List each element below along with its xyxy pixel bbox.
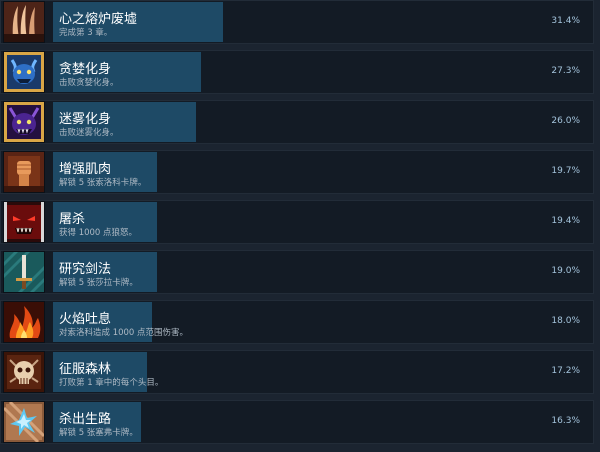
achievement-percent: 16.3% — [551, 416, 580, 426]
achievement-percent: 19.0% — [551, 266, 580, 276]
skull-icon — [3, 351, 45, 393]
achievement-description: 对索洛科造成 1000 点范围伤害。 — [59, 328, 189, 338]
fist-icon — [3, 151, 45, 193]
achievement-description: 完成第 3 章。 — [59, 28, 113, 38]
achievement-row: 增强肌肉 解锁 5 张索洛科卡牌。 19.7% — [0, 150, 594, 194]
achievement-description: 解锁 5 张塞弗卡牌。 — [59, 428, 138, 438]
achievement-percent: 18.0% — [551, 316, 580, 326]
achievement-percent: 17.2% — [551, 366, 580, 376]
achievement-title: 屠杀 — [59, 212, 86, 227]
achievement-percent: 19.7% — [551, 166, 580, 176]
achievement-percent: 26.0% — [551, 116, 580, 126]
achievement-title: 征服森林 — [59, 362, 112, 377]
flame-icon — [3, 301, 45, 343]
sword-icon — [3, 251, 45, 293]
achievement-description: 获得 1000 点狼怒。 — [59, 228, 138, 238]
purple-demon-icon — [3, 101, 45, 143]
achievement-row: 火焰吐息 对索洛科造成 1000 点范围伤害。 18.0% — [0, 300, 594, 344]
achievement-percent: 31.4% — [551, 16, 580, 26]
achievement-description: 击败贪婪化身。 — [59, 78, 119, 88]
achievement-row: 屠杀 获得 1000 点狼怒。 19.4% — [0, 200, 594, 244]
achievement-title: 心之熔炉废墟 — [59, 12, 138, 27]
achievement-row: 心之熔炉废墟 完成第 3 章。 31.4% — [0, 0, 594, 44]
achievement-title: 迷雾化身 — [59, 112, 112, 127]
shatter-icon — [3, 401, 45, 443]
achievement-row: 征服森林 打败第 1 章中的每个头目。 17.2% — [0, 350, 594, 394]
blue-demon-icon — [3, 51, 45, 93]
achievement-title: 杀出生路 — [59, 412, 112, 427]
achievement-title: 研究剑法 — [59, 262, 112, 277]
red-eyes-icon — [3, 201, 45, 243]
achievement-title: 增强肌肉 — [59, 162, 112, 177]
claw-icon — [3, 1, 45, 43]
achievement-percent: 19.4% — [551, 216, 580, 226]
achievement-percent: 27.3% — [551, 66, 580, 76]
achievement-row: 迷雾化身 击败迷雾化身。 26.0% — [0, 100, 594, 144]
achievement-row: 杀出生路 解锁 5 张塞弗卡牌。 16.3% — [0, 400, 594, 444]
achievement-row: 研究剑法 解锁 5 张莎拉卡牌。 19.0% — [0, 250, 594, 294]
achievement-title: 火焰吐息 — [59, 312, 112, 327]
achievement-list: 心之熔炉废墟 完成第 3 章。 31.4% 贪婪化身 击败贪婪化身。 27.3% — [0, 0, 600, 452]
achievement-description: 解锁 5 张索洛科卡牌。 — [59, 178, 147, 188]
achievement-title: 贪婪化身 — [59, 62, 112, 77]
achievement-row: 贪婪化身 击败贪婪化身。 27.3% — [0, 50, 594, 94]
achievement-description: 击败迷雾化身。 — [59, 128, 119, 138]
achievement-description: 打败第 1 章中的每个头目。 — [59, 378, 164, 388]
achievement-description: 解锁 5 张莎拉卡牌。 — [59, 278, 138, 288]
